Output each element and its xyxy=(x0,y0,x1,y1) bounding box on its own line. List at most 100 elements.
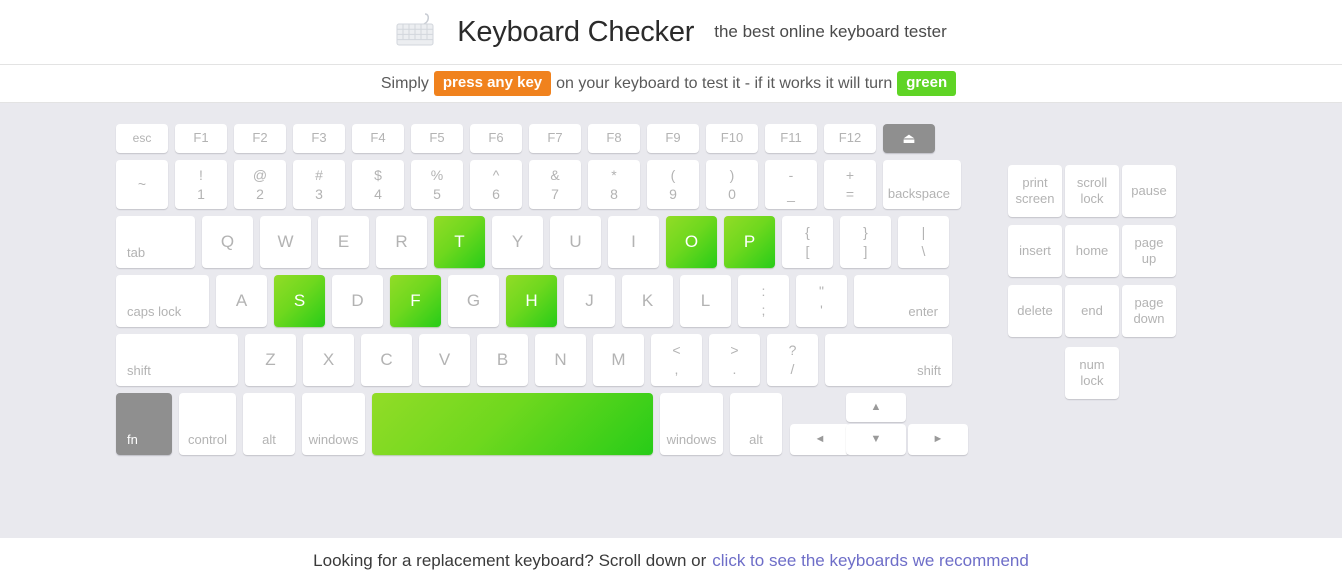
key-w[interactable]: W xyxy=(260,216,311,268)
key-page-down[interactable]: page down xyxy=(1122,285,1176,337)
key-b[interactable]: B xyxy=(477,334,528,386)
key-f8[interactable]: F8 xyxy=(588,124,640,153)
key-q[interactable]: Q xyxy=(202,216,253,268)
nav-row-3: delete end page down xyxy=(1008,285,1176,337)
key-period[interactable]: > . xyxy=(709,334,760,386)
key-equals[interactable]: + = xyxy=(824,160,876,209)
arrow-right-icon: ► xyxy=(932,433,944,446)
key-f2[interactable]: F2 xyxy=(234,124,286,153)
arrow-up-icon: ▲ xyxy=(870,401,882,414)
key-esc[interactable]: esc xyxy=(116,124,168,153)
key-h[interactable]: H xyxy=(506,275,557,327)
key-a[interactable]: A xyxy=(216,275,267,327)
keyboard-area: esc F1 F2 F3 F4 F5 F6 F7 F8 F9 F10 F11 F… xyxy=(0,103,1342,538)
key-o[interactable]: O xyxy=(666,216,717,268)
key-y[interactable]: Y xyxy=(492,216,543,268)
key-0[interactable]: ) 0 xyxy=(706,160,758,209)
key-r[interactable]: R xyxy=(376,216,427,268)
key-f11[interactable]: F11 xyxy=(765,124,817,153)
key-delete[interactable]: delete xyxy=(1008,285,1062,337)
key-c[interactable]: C xyxy=(361,334,412,386)
key-eject[interactable]: ⏏ xyxy=(883,124,935,153)
key-f1[interactable]: F1 xyxy=(175,124,227,153)
key-enter[interactable]: enter xyxy=(854,275,949,327)
key-num-lock[interactable]: num lock xyxy=(1065,347,1119,399)
key-m[interactable]: M xyxy=(593,334,644,386)
key-t[interactable]: T xyxy=(434,216,485,268)
key-control[interactable]: control xyxy=(179,393,236,455)
page-tagline: the best online keyboard tester xyxy=(714,22,947,41)
key-backspace[interactable]: backspace xyxy=(883,160,961,209)
key-semicolon[interactable]: : ; xyxy=(738,275,789,327)
key-left-shift[interactable]: shift xyxy=(116,334,238,386)
key-d[interactable]: D xyxy=(332,275,383,327)
key-arrow-up[interactable]: ▲ xyxy=(846,393,906,422)
key-x[interactable]: X xyxy=(303,334,354,386)
key-5[interactable]: % 5 xyxy=(411,160,463,209)
key-print-screen[interactable]: print screen xyxy=(1008,165,1062,217)
key-k[interactable]: K xyxy=(622,275,673,327)
key-e[interactable]: E xyxy=(318,216,369,268)
logo-title-group: Keyboard Checker the best online keyboar… xyxy=(395,12,947,52)
key-backslash[interactable]: | \ xyxy=(898,216,949,268)
key-i[interactable]: I xyxy=(608,216,659,268)
key-8[interactable]: * 8 xyxy=(588,160,640,209)
key-insert[interactable]: insert xyxy=(1008,225,1062,277)
key-f12[interactable]: F12 xyxy=(824,124,876,153)
key-left-bracket[interactable]: { [ xyxy=(782,216,833,268)
key-left-windows[interactable]: windows xyxy=(302,393,365,455)
key-arrow-right[interactable]: ► xyxy=(908,424,968,455)
key-right-alt[interactable]: alt xyxy=(730,393,782,455)
key-f4[interactable]: F4 xyxy=(352,124,404,153)
instruction-banner: Simply press any key on your keyboard to… xyxy=(0,65,1342,103)
key-comma[interactable]: < , xyxy=(651,334,702,386)
key-arrow-down[interactable]: ▼ xyxy=(846,424,906,455)
banner-prefix: Simply xyxy=(380,74,429,92)
key-n[interactable]: N xyxy=(535,334,586,386)
key-v[interactable]: V xyxy=(419,334,470,386)
page-title: Keyboard Checker xyxy=(457,15,695,48)
key-f3[interactable]: F3 xyxy=(293,124,345,153)
key-f5[interactable]: F5 xyxy=(411,124,463,153)
key-u[interactable]: U xyxy=(550,216,601,268)
key-z[interactable]: Z xyxy=(245,334,296,386)
key-f6[interactable]: F6 xyxy=(470,124,522,153)
key-left-alt[interactable]: alt xyxy=(243,393,295,455)
key-4[interactable]: $ 4 xyxy=(352,160,404,209)
key-f10[interactable]: F10 xyxy=(706,124,758,153)
key-f[interactable]: F xyxy=(390,275,441,327)
key-6[interactable]: ^ 6 xyxy=(470,160,522,209)
key-1[interactable]: ! 1 xyxy=(175,160,227,209)
key-backtick[interactable]: ~ xyxy=(116,160,168,209)
key-home[interactable]: home xyxy=(1065,225,1119,277)
key-right-bracket[interactable]: } ] xyxy=(840,216,891,268)
key-s[interactable]: S xyxy=(274,275,325,327)
key-space[interactable] xyxy=(372,393,653,455)
key-j[interactable]: J xyxy=(564,275,615,327)
key-f9[interactable]: F9 xyxy=(647,124,699,153)
key-right-windows[interactable]: windows xyxy=(660,393,723,455)
key-caps-lock[interactable]: caps lock xyxy=(116,275,209,327)
key-tab[interactable]: tab xyxy=(116,216,195,268)
key-2[interactable]: @ 2 xyxy=(234,160,286,209)
key-l[interactable]: L xyxy=(680,275,731,327)
key-3[interactable]: # 3 xyxy=(293,160,345,209)
key-minus[interactable]: - _ xyxy=(765,160,817,209)
key-end[interactable]: end xyxy=(1065,285,1119,337)
key-9[interactable]: ( 9 xyxy=(647,160,699,209)
key-scroll-lock[interactable]: scroll lock xyxy=(1065,165,1119,217)
key-7[interactable]: & 7 xyxy=(529,160,581,209)
navigation-key-cluster: print screen scroll lock pause insert ho… xyxy=(1008,165,1176,407)
key-arrow-left[interactable]: ◄ xyxy=(790,424,850,455)
key-right-shift[interactable]: shift xyxy=(825,334,952,386)
key-quote[interactable]: " ' xyxy=(796,275,847,327)
recommend-keyboards-link[interactable]: click to see the keyboards we recommend xyxy=(712,551,1029,571)
nav-row-2: insert home page up xyxy=(1008,225,1176,277)
key-slash[interactable]: ? / xyxy=(767,334,818,386)
key-pause[interactable]: pause xyxy=(1122,165,1176,217)
key-f7[interactable]: F7 xyxy=(529,124,581,153)
key-page-up[interactable]: page up xyxy=(1122,225,1176,277)
key-fn[interactable]: fn xyxy=(116,393,172,455)
key-g[interactable]: G xyxy=(448,275,499,327)
key-p[interactable]: P xyxy=(724,216,775,268)
